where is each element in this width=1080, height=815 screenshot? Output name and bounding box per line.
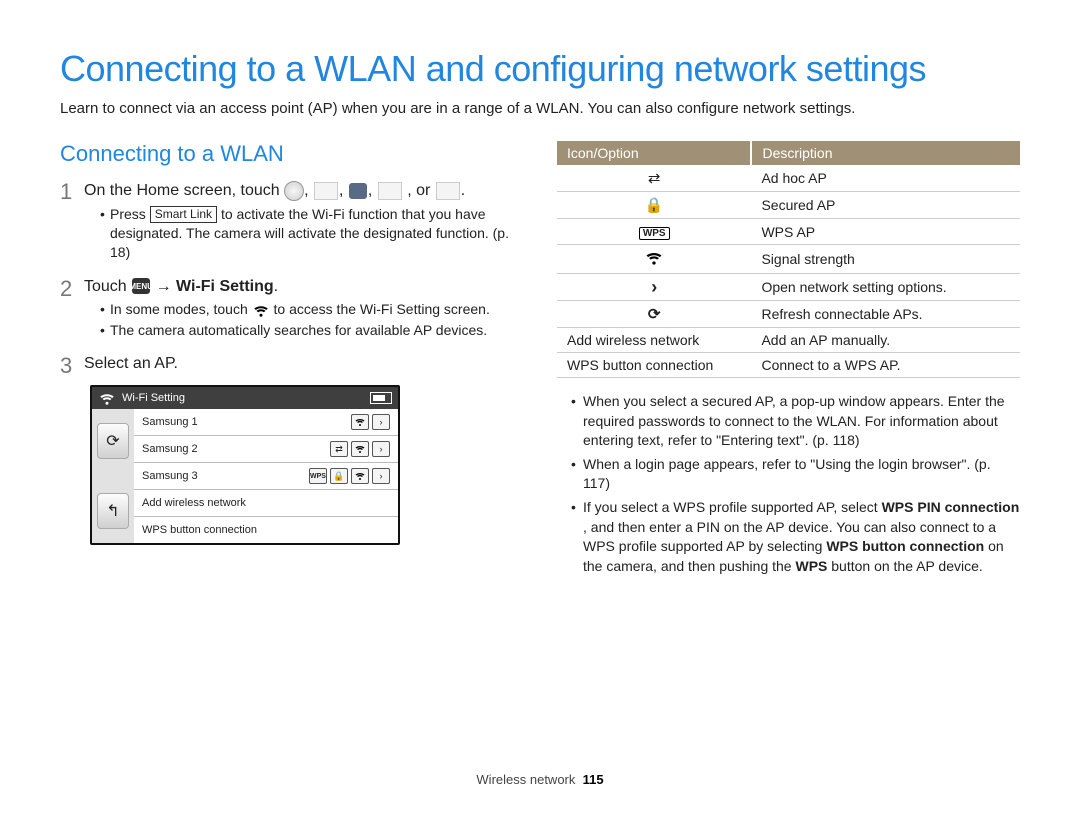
- icon-table: Icon/Option Description ⇄ Ad hoc AP 🔒 Se…: [557, 141, 1020, 378]
- step-1-text-b: , or: [407, 182, 435, 199]
- step-2-touch: Touch: [84, 278, 131, 295]
- chevron-right-icon: ›: [372, 441, 390, 457]
- right-bullet-1: When you select a secured AP, a pop-up w…: [571, 392, 1020, 451]
- desc-refresh: Refresh connectable APs.: [751, 301, 1020, 328]
- table-row: 🔒 Secured AP: [557, 192, 1020, 219]
- wps-icon: WPS: [309, 468, 327, 484]
- wifi-icon: [351, 468, 369, 484]
- step-1-number: 1: [60, 181, 84, 272]
- step-2-bullet-1-post: to access the Wi-Fi Setting screen.: [274, 301, 490, 317]
- step-1: 1 On the Home screen, touch , , , , or .…: [60, 181, 523, 272]
- home-mode-icon-5: [436, 182, 460, 200]
- table-row: ⇄ Ad hoc AP: [557, 165, 1020, 192]
- home-mode-icon-2: [314, 182, 338, 200]
- wifi-header-icon: [98, 391, 116, 405]
- lock-icon: 🔒: [330, 468, 348, 484]
- adhoc-icon: ⇄: [330, 441, 348, 457]
- wifi-setting-icon: [252, 303, 270, 317]
- battery-icon: [370, 392, 392, 404]
- lock-icon: 🔒: [643, 196, 665, 214]
- th-desc: Description: [751, 141, 1020, 165]
- page-footer: Wireless network 115: [0, 772, 1080, 787]
- step-2-bullet-2: The camera automatically searches for av…: [100, 321, 523, 340]
- label-add-wireless: Add wireless network: [557, 328, 751, 353]
- table-row: WPS button connection Connect to a WPS A…: [557, 353, 1020, 378]
- adhoc-icon: ⇄: [643, 169, 665, 187]
- step-2-end: .: [274, 278, 278, 295]
- smart-link-chip: Smart Link: [150, 206, 217, 223]
- right-column: Icon/Option Description ⇄ Ad hoc AP 🔒 Se…: [557, 141, 1020, 582]
- list-item[interactable]: Samsung 3 WPS 🔒 ›: [134, 463, 398, 490]
- wps-button-label: WPS button connection: [142, 524, 257, 536]
- step-2-bullet-1-pre: In some modes, touch: [110, 301, 252, 317]
- step-3-number: 3: [60, 355, 84, 377]
- refresh-icon: ⟳: [643, 305, 665, 323]
- desc-add-wireless: Add an AP manually.: [751, 328, 1020, 353]
- desc-adhoc: Ad hoc AP: [751, 165, 1020, 192]
- menu-icon: MENU: [132, 278, 150, 294]
- table-row: ⟳ Refresh connectable APs.: [557, 301, 1020, 328]
- add-wireless-label: Add wireless network: [142, 497, 246, 509]
- step-2-bold: Wi-Fi Setting: [176, 278, 274, 295]
- step-1-bullet-pre: Press: [110, 206, 150, 222]
- table-row: › Open network setting options.: [557, 274, 1020, 301]
- ap-list: Samsung 1 › Samsung 2 ⇄ ›: [134, 409, 398, 543]
- page-title: Connecting to a WLAN and configuring net…: [60, 48, 1020, 90]
- table-row: Add wireless network Add an AP manually.: [557, 328, 1020, 353]
- table-row: Signal strength: [557, 245, 1020, 274]
- label-wps-button: WPS button connection: [557, 353, 751, 378]
- chevron-right-icon: ›: [372, 468, 390, 484]
- step-3: 3 Select an AP.: [60, 355, 523, 377]
- footer-section: Wireless network: [476, 772, 575, 787]
- th-icon: Icon/Option: [557, 141, 751, 165]
- wps-icon: WPS: [639, 227, 670, 240]
- step-2-number: 2: [60, 278, 84, 350]
- desc-signal: Signal strength: [751, 245, 1020, 274]
- step-3-text: Select an AP.: [84, 355, 523, 373]
- table-row: WPS WPS AP: [557, 219, 1020, 245]
- back-button[interactable]: ↰: [97, 493, 129, 529]
- footer-page: 115: [583, 772, 604, 787]
- home-mode-icon-3: [349, 183, 367, 199]
- wifi-icon: [351, 414, 369, 430]
- desc-lock: Secured AP: [751, 192, 1020, 219]
- left-column: Connecting to a WLAN 1 On the Home scree…: [60, 141, 523, 582]
- wifi-icon: [643, 249, 665, 267]
- section-heading: Connecting to a WLAN: [60, 141, 523, 167]
- home-mode-icon-1: [284, 181, 304, 201]
- list-item[interactable]: Add wireless network: [134, 490, 398, 517]
- list-item[interactable]: Samsung 2 ⇄ ›: [134, 436, 398, 463]
- list-item[interactable]: Samsung 1 ›: [134, 409, 398, 436]
- right-bullet-2: When a login page appears, refer to "Usi…: [571, 455, 1020, 494]
- ap-label: Samsung 3: [142, 470, 198, 482]
- step-2: 2 Touch MENU → Wi-Fi Setting. In some mo…: [60, 278, 523, 350]
- camera-screen-mock: Wi-Fi Setting ⟳ ↰ Samsung 1: [90, 385, 400, 545]
- step-1-text-a: On the Home screen, touch: [84, 182, 284, 199]
- step-2-arrow: →: [156, 278, 176, 295]
- wifi-icon: [351, 441, 369, 457]
- chevron-right-icon: ›: [643, 278, 665, 296]
- desc-open: Open network setting options.: [751, 274, 1020, 301]
- desc-wps-button: Connect to a WPS AP.: [751, 353, 1020, 378]
- ap-label: Samsung 2: [142, 443, 198, 455]
- home-mode-icon-4: [378, 182, 402, 200]
- refresh-button[interactable]: ⟳: [97, 423, 129, 459]
- list-item[interactable]: WPS button connection: [134, 517, 398, 543]
- ap-label: Samsung 1: [142, 416, 198, 428]
- right-bullet-3: If you select a WPS profile supported AP…: [571, 498, 1020, 576]
- screen-title: Wi-Fi Setting: [122, 392, 185, 404]
- chevron-right-icon: ›: [372, 414, 390, 430]
- desc-wps: WPS AP: [751, 219, 1020, 245]
- intro-text: Learn to connect via an access point (AP…: [60, 100, 1020, 117]
